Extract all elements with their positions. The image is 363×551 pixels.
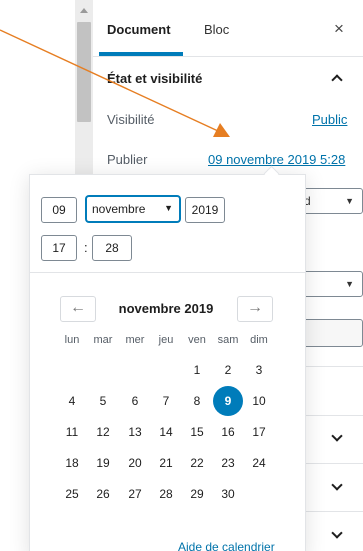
annotation-arrow-icon	[0, 29, 230, 137]
